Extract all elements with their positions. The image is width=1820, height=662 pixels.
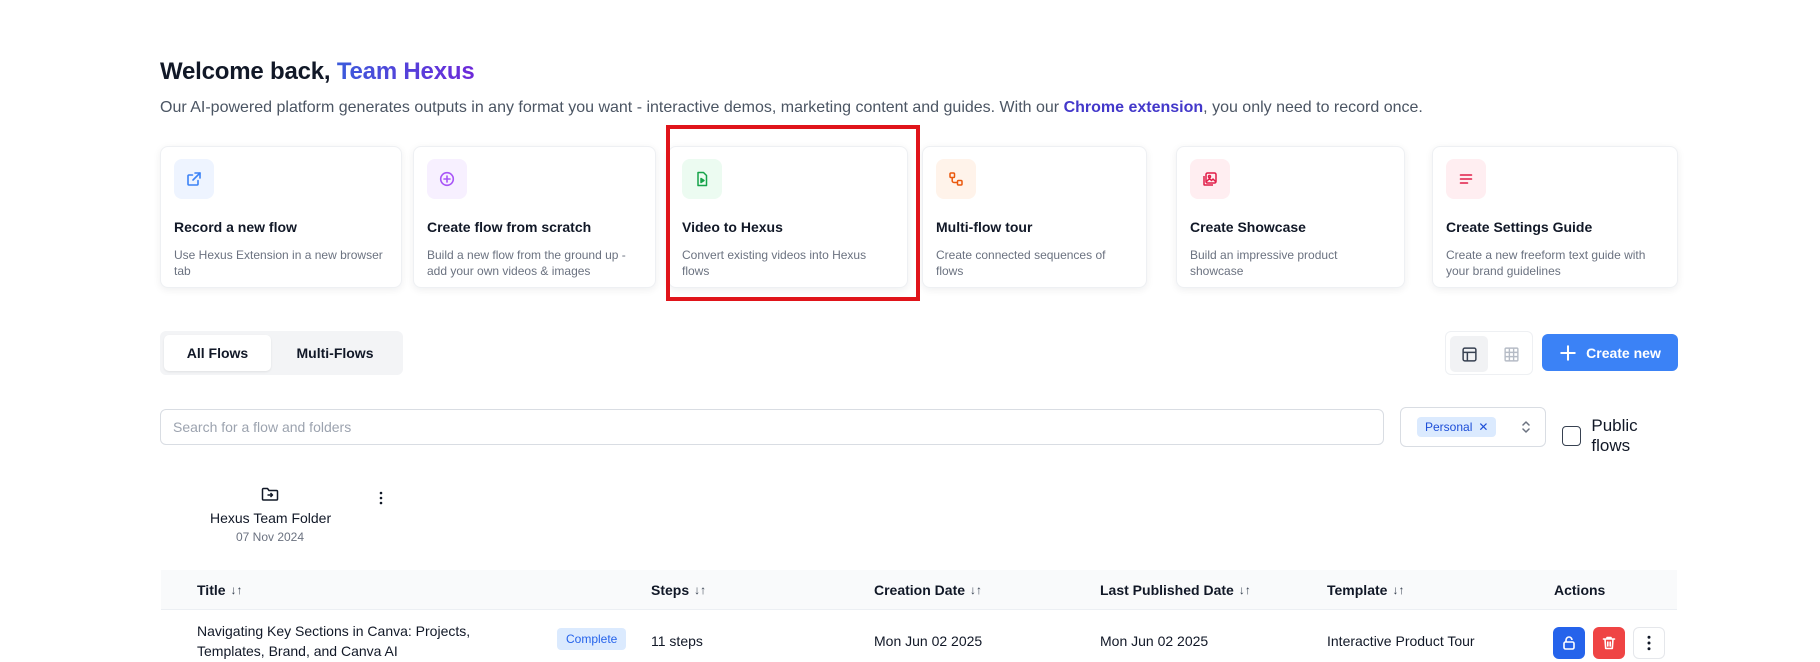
card-desc: Build a new flow from the ground up - ad… xyxy=(427,248,626,278)
view-toggle xyxy=(1445,331,1533,375)
search-input[interactable] xyxy=(160,409,1384,445)
folder-name: Hexus Team Folder xyxy=(210,510,332,526)
card-create-settings-guide[interactable]: Create Settings Guide Create a new freef… xyxy=(1432,146,1678,288)
create-new-button[interactable]: Create new xyxy=(1542,334,1678,371)
route-icon xyxy=(936,159,976,199)
col-last-published[interactable]: Last Published Date ↓↑ xyxy=(1100,570,1251,610)
col-template[interactable]: Template ↓↑ xyxy=(1327,570,1404,610)
sort-icon: ↓↑ xyxy=(970,583,983,597)
col-creation-date[interactable]: Creation Date ↓↑ xyxy=(874,570,982,610)
welcome-heading: Welcome back, Team Hexus xyxy=(160,58,475,86)
folder-date: 07 Nov 2024 xyxy=(235,530,305,544)
visibility-select[interactable]: Personal ✕ xyxy=(1400,407,1546,447)
grid-icon xyxy=(1503,346,1519,362)
chip-label: Personal xyxy=(1425,420,1473,434)
col-created-label: Creation Date xyxy=(874,582,966,598)
card-desc: Create connected sequences of flows xyxy=(936,248,1106,278)
selection-highlight xyxy=(666,125,920,301)
sort-icon: ↓↑ xyxy=(1238,583,1251,597)
flow-title: Navigating Key Sections in Canva: Projec… xyxy=(197,623,471,659)
public-flows-checkbox[interactable] xyxy=(1562,426,1582,446)
chrome-extension-link[interactable]: Chrome extension xyxy=(1064,99,1204,116)
chevron-up-down-icon xyxy=(1522,421,1530,433)
trash-icon xyxy=(1602,636,1616,650)
flow-template: Interactive Product Tour xyxy=(1327,633,1475,649)
card-create-showcase[interactable]: Create Showcase Build an impressive prod… xyxy=(1176,146,1405,288)
lock-button[interactable] xyxy=(1553,627,1585,659)
card-title: Create Settings Guide xyxy=(1446,219,1593,235)
table-header: Title ↓↑ Steps ↓↑ Creation Date ↓↑ Last Pub… xyxy=(161,570,1677,610)
col-actions: Actions xyxy=(1554,582,1606,598)
public-flows-toggle: Public flows xyxy=(1562,416,1678,456)
create-new-label: Create new xyxy=(1586,344,1661,361)
table-row[interactable]: Navigating Key Sections in Canva: Projec… xyxy=(161,610,1677,662)
intro-after: , you only need to record once. xyxy=(1203,99,1423,116)
delete-button[interactable] xyxy=(1593,627,1625,659)
card-desc: Build an impressive product showcase xyxy=(1190,248,1338,278)
text-lines-icon xyxy=(1446,159,1486,199)
tab-multi-flows[interactable]: Multi-Flows xyxy=(271,335,399,371)
plus-circle-icon xyxy=(427,159,467,199)
sort-icon: ↓↑ xyxy=(1392,583,1405,597)
card-title: Create Showcase xyxy=(1190,219,1306,235)
card-record-new-flow[interactable]: Record a new flow Use Hexus Extension in… xyxy=(160,146,402,288)
close-icon[interactable]: ✕ xyxy=(1478,420,1488,434)
folder-menu-button[interactable] xyxy=(375,490,387,506)
flow-steps: 11 steps xyxy=(651,633,703,649)
external-link-icon xyxy=(174,159,214,199)
col-template-label: Template xyxy=(1327,582,1388,598)
table-view-button[interactable] xyxy=(1450,336,1488,372)
welcome-prefix: Welcome back, xyxy=(160,58,337,85)
more-vertical-icon xyxy=(379,491,383,505)
filter-chip-personal: Personal ✕ xyxy=(1417,417,1497,437)
more-vertical-icon xyxy=(1647,635,1651,651)
card-title: Record a new flow xyxy=(174,219,297,235)
card-multi-flow-tour[interactable]: Multi-flow tour Create connected sequenc… xyxy=(922,146,1147,288)
row-menu-button[interactable] xyxy=(1633,627,1665,659)
grid-view-button[interactable] xyxy=(1492,336,1530,372)
sort-icon: ↓↑ xyxy=(694,583,707,597)
flow-tabs: All Flows Multi-Flows xyxy=(160,331,403,375)
card-desc: Create a new freeform text guide with yo… xyxy=(1446,248,1646,278)
card-create-from-scratch[interactable]: Create flow from scratch Build a new flo… xyxy=(413,146,656,288)
flow-creation-date: Mon Jun 02 2025 xyxy=(874,633,983,649)
images-icon xyxy=(1190,159,1230,199)
col-published-label: Last Published Date xyxy=(1100,582,1234,598)
card-title: Create flow from scratch xyxy=(427,219,592,235)
tab-all-flows[interactable]: All Flows xyxy=(164,335,271,371)
plus-icon xyxy=(1560,344,1576,361)
card-title: Multi-flow tour xyxy=(936,219,1033,235)
folder-item[interactable]: Hexus Team Folder 07 Nov 2024 xyxy=(210,486,332,544)
sort-icon: ↓↑ xyxy=(230,583,243,597)
col-steps[interactable]: Steps ↓↑ xyxy=(651,570,706,610)
intro-before: Our AI-powered platform generates output… xyxy=(160,99,1064,116)
col-title[interactable]: Title ↓↑ xyxy=(197,570,243,610)
col-title-label: Title xyxy=(197,582,226,598)
team-name: Team Hexus xyxy=(336,58,475,85)
folder-icon xyxy=(261,487,279,501)
lock-icon xyxy=(1563,636,1575,650)
card-desc: Use Hexus Extension in a new browser tab xyxy=(174,248,383,278)
flow-published-date: Mon Jun 02 2025 xyxy=(1100,633,1209,649)
public-flows-label: Public flows xyxy=(1591,416,1638,455)
intro-text: Our AI-powered platform generates output… xyxy=(160,99,1423,117)
col-steps-label: Steps xyxy=(651,582,690,598)
table-layout-icon xyxy=(1461,346,1477,362)
flows-table: Title ↓↑ Steps ↓↑ Creation Date ↓↑ Last Pub… xyxy=(161,570,1677,662)
status-badge: Complete xyxy=(557,628,627,650)
